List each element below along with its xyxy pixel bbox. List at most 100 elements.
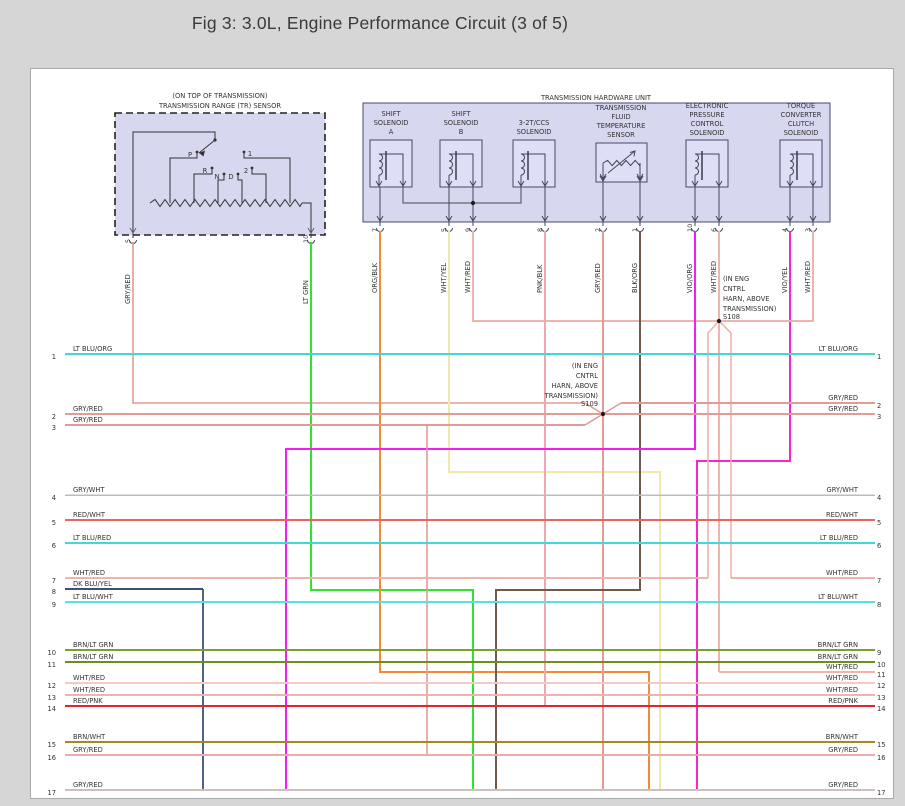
row-left-label: DK BLU/YEL bbox=[73, 580, 112, 588]
row-left-label: WHT/RED bbox=[73, 686, 105, 694]
hardware-unit-title: TRANSMISSION HARDWARE UNIT bbox=[540, 94, 652, 102]
pin-number: 2 bbox=[594, 228, 602, 232]
wire-label: WHT/RED bbox=[464, 261, 472, 293]
splice-note-s109: S109 bbox=[581, 400, 598, 408]
component-label: SOLENOID bbox=[517, 128, 552, 136]
junction-dot bbox=[470, 200, 476, 206]
splice-note-s108: S108 bbox=[723, 313, 740, 321]
row-left-number: 11 bbox=[47, 661, 56, 669]
row-right-number: 16 bbox=[877, 754, 886, 762]
row-right-label: LT BLU/WHT bbox=[818, 593, 859, 601]
component-label: TRANSMISSION bbox=[595, 104, 647, 112]
pin-number: 7 bbox=[371, 228, 379, 232]
tr-sensor-heading: (ON TOP OF TRANSMISSION) bbox=[172, 92, 267, 100]
wire-segment bbox=[584, 413, 604, 426]
component-label: CONVERTER bbox=[781, 111, 822, 119]
wire-segment bbox=[707, 320, 720, 578]
row-right-number: 6 bbox=[877, 542, 881, 550]
splice-note-s108: TRANSMISSION) bbox=[722, 305, 777, 313]
row-right-number: 2 bbox=[877, 402, 881, 410]
row-left-label: WHT/RED bbox=[73, 569, 105, 577]
wiring-diagram-svg: TRANSMISSION HARDWARE UNITSHIFTSOLENOIDA… bbox=[47, 92, 886, 797]
tr-sensor-box bbox=[114, 112, 326, 236]
junction-dot bbox=[716, 318, 722, 324]
row-right-label: GRY/RED bbox=[828, 781, 858, 789]
component-label: CLUTCH bbox=[788, 120, 814, 128]
component-box bbox=[369, 139, 413, 188]
row-left-label: BRN/WHT bbox=[73, 733, 106, 741]
component-label: TEMPERATURE bbox=[596, 122, 646, 130]
row-right-label: RED/PNK bbox=[828, 697, 858, 705]
row-right-label: GRY/WHT bbox=[827, 486, 859, 494]
row-left-number: 12 bbox=[47, 682, 56, 690]
component-label: 3-2T/CCS bbox=[519, 119, 550, 127]
component-label: B bbox=[459, 128, 464, 136]
component-label: A bbox=[389, 128, 394, 136]
row-left-label: GRY/RED bbox=[73, 746, 103, 754]
row-right-label: WHT/RED bbox=[826, 674, 858, 682]
splice-note-s108: CNTRL bbox=[723, 285, 745, 293]
row-left-number: 1 bbox=[52, 353, 56, 361]
row-right-number: 5 bbox=[877, 519, 881, 527]
row-right-label: WHT/RED bbox=[826, 569, 858, 577]
row-right-number: 3 bbox=[877, 413, 881, 421]
component-box bbox=[512, 139, 556, 188]
component-label: SOLENOID bbox=[690, 129, 725, 137]
row-left-label: LT BLU/ORG bbox=[73, 345, 112, 353]
row-right-number: 9 bbox=[877, 649, 881, 657]
row-right-label: RED/WHT bbox=[826, 511, 859, 519]
row-right-number: 12 bbox=[877, 682, 886, 690]
row-left-number: 13 bbox=[47, 694, 56, 702]
row-right-label: WHT/RED bbox=[826, 686, 858, 694]
row-left-label: WHT/RED bbox=[73, 674, 105, 682]
component-label: SHIFT bbox=[451, 110, 471, 118]
row-right-number: 11 bbox=[877, 671, 886, 679]
splice-note-s108: HARN, ABOVE bbox=[723, 295, 770, 303]
row-right-label: LT BLU/RED bbox=[820, 534, 858, 542]
row-left-number: 3 bbox=[52, 424, 56, 432]
pin-number: 4 bbox=[781, 228, 789, 232]
row-left-number: 17 bbox=[47, 789, 56, 797]
pin-number: 6 bbox=[710, 228, 718, 232]
pin-number: 1 bbox=[631, 228, 639, 232]
switch-position-label: 1 bbox=[248, 150, 252, 158]
row-left-number: 15 bbox=[47, 741, 56, 749]
wire-label: WHT/RED bbox=[804, 261, 812, 293]
row-left-label: LT BLU/RED bbox=[73, 534, 111, 542]
row-right-number: 1 bbox=[877, 353, 881, 361]
wire-label: WHT/RED bbox=[710, 261, 718, 293]
wire-label: LT GRN bbox=[302, 280, 310, 304]
component-box bbox=[439, 139, 483, 188]
row-left-label: LT BLU/WHT bbox=[73, 593, 114, 601]
row-left-number: 7 bbox=[52, 577, 56, 585]
row-right-label: BRN/LT GRN bbox=[818, 653, 858, 661]
wire-label: VIO/YEL bbox=[781, 267, 789, 293]
pin-number: 10 bbox=[302, 235, 310, 243]
component-label: SOLENOID bbox=[444, 119, 479, 127]
component-label: FLUID bbox=[611, 113, 630, 121]
row-left-number: 10 bbox=[47, 649, 56, 657]
row-right-label: GRY/RED bbox=[828, 746, 858, 754]
component-label: CONTROL bbox=[691, 120, 724, 128]
splice-note-s109: TRANSMISSION) bbox=[544, 392, 599, 400]
component-label: SOLENOID bbox=[374, 119, 409, 127]
row-left-number: 16 bbox=[47, 754, 56, 762]
row-right-label: LT BLU/ORG bbox=[819, 345, 858, 353]
wire-label: GRY/RED bbox=[124, 274, 132, 304]
row-right-label: BRN/WHT bbox=[826, 733, 859, 741]
pin-number: 5 bbox=[124, 239, 132, 243]
wire-label: WHT/YEL bbox=[440, 263, 448, 293]
row-right-number: 15 bbox=[877, 741, 886, 749]
row-right-number: 8 bbox=[877, 601, 881, 609]
row-left-label: GRY/RED bbox=[73, 781, 103, 789]
component-label: SENSOR bbox=[607, 131, 635, 139]
component-box bbox=[685, 139, 729, 188]
component-label: ELECTRONIC bbox=[686, 102, 729, 110]
row-left-label: GRY/RED bbox=[73, 405, 103, 413]
component-label: TORQUE bbox=[786, 102, 815, 110]
wire-label: VIO/ORG bbox=[686, 264, 694, 293]
row-left-label: GRY/RED bbox=[73, 416, 103, 424]
wire-label: BLK/ORG bbox=[631, 263, 639, 293]
pin-number: 8 bbox=[536, 228, 544, 232]
component-label: SHIFT bbox=[381, 110, 401, 118]
